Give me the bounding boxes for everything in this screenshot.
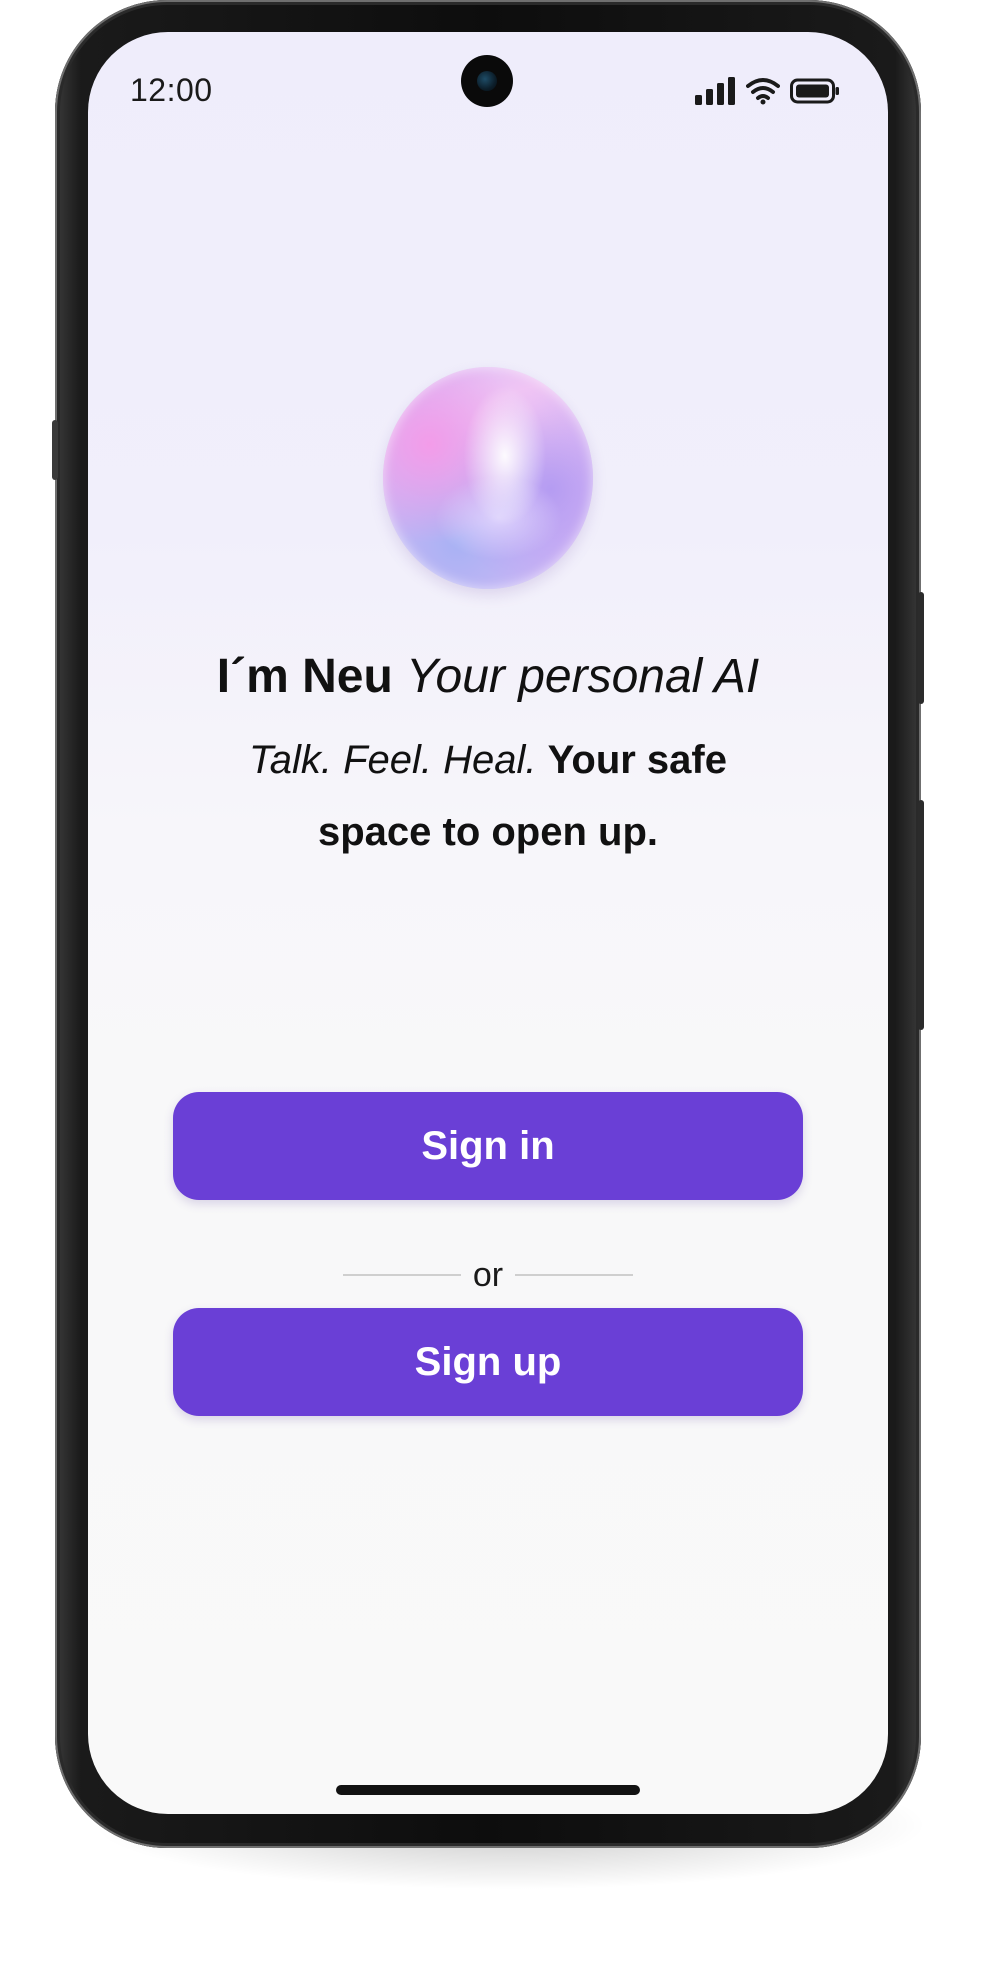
volume-button [918,800,924,1030]
sign-up-button[interactable]: Sign up [173,1308,803,1416]
headline: I´m Neu Your personal AI [88,644,888,710]
tagline-motto: Talk. Feel. Heal. [249,738,537,782]
status-icons [694,76,840,106]
power-button [918,592,924,704]
tagline: Talk. Feel. Heal. Your safe space to ope… [188,724,788,868]
or-divider: or [343,1250,633,1300]
home-indicator[interactable] [336,1785,640,1795]
divider-line-left [343,1274,461,1276]
divider-label: or [472,1255,504,1294]
side-key-left [52,420,58,480]
front-camera [461,55,513,107]
signal-icon [695,77,735,105]
app-screen: 12:00 I´m Neu Your personal AI Talk. Fee… [88,32,888,1814]
status-time: 12:00 [130,72,213,108]
ai-orb-avatar [383,367,593,589]
sign-in-button[interactable]: Sign in [173,1092,803,1200]
wifi-icon [746,78,780,105]
battery-icon [790,78,839,104]
assistant-name: I´m Neu [216,650,393,703]
device-mockup: 12:00 I´m Neu Your personal AI Talk. Fee… [0,0,1000,1961]
divider-line-right [515,1274,633,1276]
assistant-subtitle: Your personal AI [406,650,760,703]
